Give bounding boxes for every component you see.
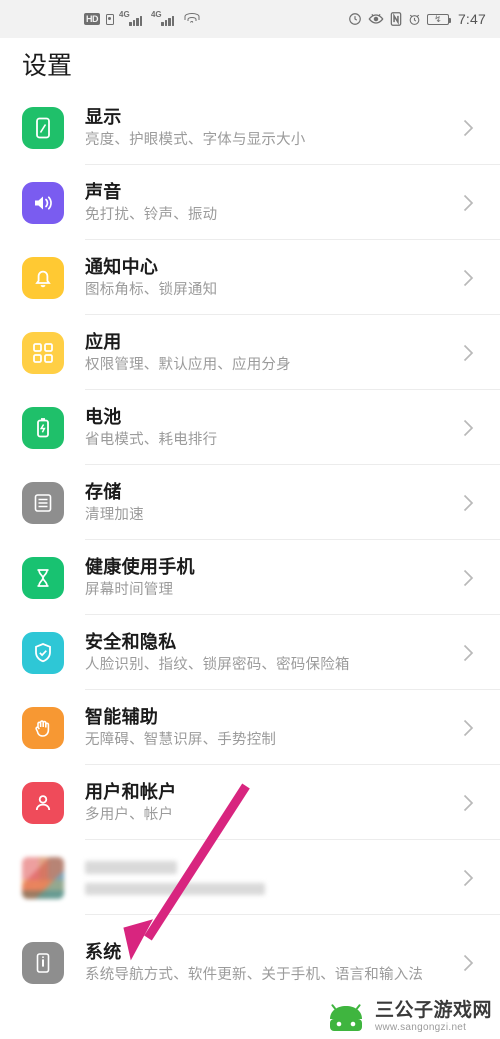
alarm-icon	[408, 13, 421, 26]
battery-icon	[22, 406, 64, 449]
status-bar: HD 4G 4G ↯ 7:47	[0, 0, 500, 38]
settings-row-title: 声音	[85, 181, 122, 202]
settings-row-sound[interactable]: 声音 免打扰、铃声、振动	[0, 165, 500, 240]
sync-icon	[348, 12, 362, 26]
settings-row-users-accounts[interactable]: 用户和帐户 多用户、帐户	[0, 765, 500, 840]
settings-row-title: 显示	[85, 106, 122, 127]
page-title: 设置	[22, 52, 73, 80]
settings-row-texts: 系统 系统导航方式、软件更新、关于手机、语言和输入法	[85, 941, 458, 985]
page-header: 设置	[0, 38, 500, 90]
display-phone-icon	[22, 106, 64, 149]
settings-row-texts: 健康使用手机 屏幕时间管理	[85, 556, 458, 600]
chevron-right-icon	[458, 569, 478, 587]
wifi-icon	[184, 13, 200, 25]
settings-row-subtitle: 免打扰、铃声、振动	[85, 206, 218, 223]
status-bar-right: ↯ 7:47	[348, 11, 486, 27]
status-bar-left: HD 4G 4G	[84, 10, 200, 26]
settings-row-title: 电池	[85, 406, 122, 427]
eye-comfort-icon	[368, 13, 384, 25]
settings-row-smart-assistance[interactable]: 智能辅助 无障碍、智慧识屏、手势控制	[0, 690, 500, 765]
chevron-right-icon	[458, 269, 478, 287]
settings-row-subtitle: 清理加速	[85, 506, 144, 523]
phone-screen: HD 4G 4G ↯ 7:47 设置 显示 亮度、护眼模式、字体与显示大小 声音…	[0, 0, 500, 1039]
settings-row-subtitle: 系统导航方式、软件更新、关于手机、语言和输入法	[85, 967, 424, 983]
watermark: 三公子游戏网 www.sangongzi.net	[324, 1001, 492, 1033]
hourglass-icon	[22, 556, 64, 599]
battery-charging-glyph: ↯	[434, 13, 442, 24]
hand-icon	[22, 706, 64, 749]
settings-row-subtitle: 屏幕时间管理	[85, 581, 174, 598]
signal-4g-icon-1: 4G	[119, 10, 146, 26]
settings-row-notification-center[interactable]: 通知中心 图标角标、锁屏通知	[0, 240, 500, 315]
nfc-icon	[390, 12, 402, 26]
android-robot-icon	[324, 1003, 368, 1033]
speaker-icon	[22, 181, 64, 224]
settings-row-apps[interactable]: 应用 权限管理、默认应用、应用分身	[0, 315, 500, 390]
status-bar-clock: 7:47	[457, 11, 486, 27]
network-label-2: 4G	[150, 10, 162, 19]
settings-row-subtitle: 无障碍、智慧识屏、手势控制	[85, 731, 277, 748]
settings-row-texts: 智能辅助 无障碍、智慧识屏、手势控制	[85, 706, 458, 750]
watermark-text: 三公子游戏网 www.sangongzi.net	[375, 1001, 492, 1033]
settings-row-digital-balance[interactable]: 健康使用手机 屏幕时间管理	[0, 540, 500, 615]
redacted-subtitle	[85, 882, 265, 895]
settings-row-title: 安全和隐私	[85, 631, 177, 652]
bell-icon	[22, 256, 64, 299]
settings-row-title: 健康使用手机	[85, 556, 195, 577]
chevron-right-icon	[458, 194, 478, 212]
chevron-right-icon	[458, 644, 478, 662]
settings-row-title: 存储	[85, 481, 122, 502]
settings-row-security-privacy[interactable]: 安全和隐私 人脸识别、指纹、锁屏密码、密码保险箱	[0, 615, 500, 690]
settings-row-subtitle: 省电模式、耗电排行	[85, 431, 218, 448]
settings-row-subtitle: 权限管理、默认应用、应用分身	[85, 356, 291, 373]
settings-row-texts: 通知中心 图标角标、锁屏通知	[85, 256, 458, 300]
settings-row-texts: 存储 清理加速	[85, 481, 458, 525]
settings-row-title: 通知中心	[85, 256, 159, 277]
settings-row-title: 系统	[85, 942, 122, 962]
system-info-icon	[22, 942, 64, 984]
settings-row-texts: 电池 省电模式、耗电排行	[85, 406, 458, 450]
person-icon	[22, 781, 64, 824]
settings-row-subtitle: 亮度、护眼模式、字体与显示大小	[85, 131, 306, 148]
settings-row-system[interactable]: 系统 系统导航方式、软件更新、关于手机、语言和输入法	[0, 915, 500, 1011]
settings-row-storage[interactable]: 存储 清理加速	[0, 465, 500, 540]
settings-row-display[interactable]: 显示 亮度、护眼模式、字体与显示大小	[0, 90, 500, 165]
apps-grid-icon	[22, 331, 64, 374]
sim-card-icon	[106, 13, 114, 25]
redacted-mosaic-icon	[22, 856, 64, 899]
watermark-site-name: 三公子游戏网	[374, 1000, 492, 1021]
settings-row-subtitle: 图标角标、锁屏通知	[85, 281, 218, 298]
storage-icon	[22, 481, 64, 524]
network-label-1: 4G	[119, 10, 130, 19]
chevron-right-icon	[458, 719, 478, 737]
settings-row-texts: 安全和隐私 人脸识别、指纹、锁屏密码、密码保险箱	[85, 631, 458, 675]
watermark-url: www.sangongzi.net	[374, 1022, 467, 1033]
settings-row-subtitle: 人脸识别、指纹、锁屏密码、密码保险箱	[85, 656, 350, 673]
settings-row-texts: 声音 免打扰、铃声、振动	[85, 181, 458, 225]
chevron-right-icon	[458, 954, 478, 972]
chevron-right-icon	[458, 344, 478, 362]
settings-row-redacted[interactable]	[0, 840, 500, 915]
chevron-right-icon	[458, 869, 478, 887]
settings-row-title: 智能辅助	[85, 706, 159, 727]
shield-icon	[22, 631, 64, 674]
settings-row-texts: 应用 权限管理、默认应用、应用分身	[85, 331, 458, 375]
chevron-right-icon	[458, 119, 478, 137]
chevron-right-icon	[458, 419, 478, 437]
battery-icon: ↯	[426, 13, 452, 25]
chevron-right-icon	[458, 794, 478, 812]
chevron-right-icon	[458, 494, 478, 512]
settings-list[interactable]: 显示 亮度、护眼模式、字体与显示大小 声音 免打扰、铃声、振动 通知中心 图标角…	[0, 90, 500, 1011]
hd-badge: HD	[84, 13, 100, 25]
settings-row-title: 用户和帐户	[85, 781, 177, 802]
redacted-title	[85, 860, 177, 874]
settings-row-texts: 用户和帐户 多用户、帐户	[85, 781, 458, 825]
settings-row-subtitle: 多用户、帐户	[85, 806, 174, 823]
settings-row-title: 应用	[85, 331, 122, 352]
settings-row-battery[interactable]: 电池 省电模式、耗电排行	[0, 390, 500, 465]
settings-row-texts: 显示 亮度、护眼模式、字体与显示大小	[85, 106, 458, 150]
settings-row-texts	[85, 860, 458, 895]
signal-4g-icon-2: 4G	[150, 10, 178, 26]
